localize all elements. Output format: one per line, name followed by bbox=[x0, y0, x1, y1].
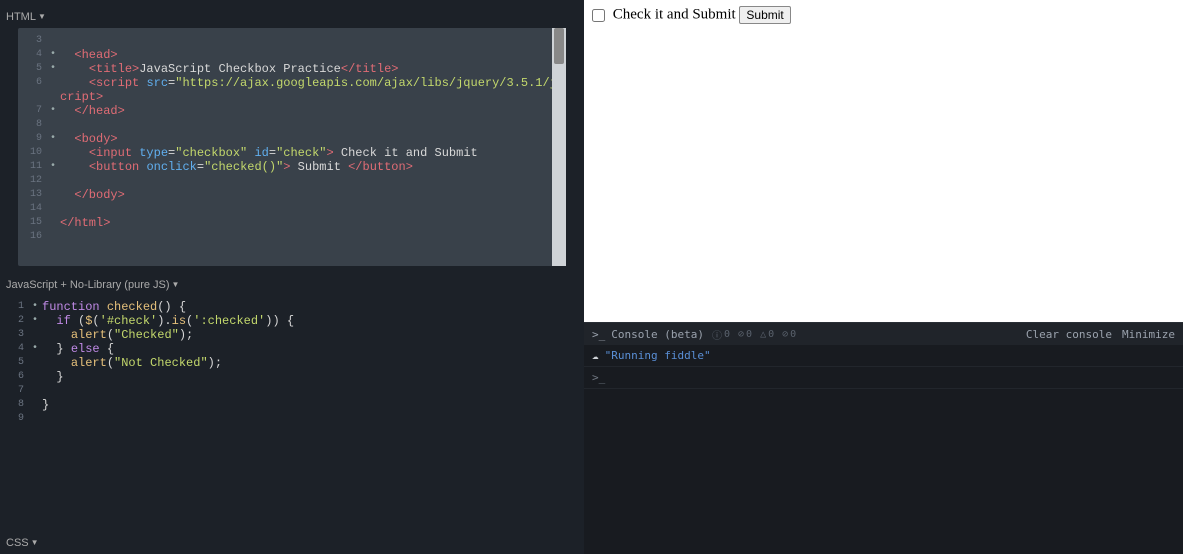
html-panel-label: HTML bbox=[6, 11, 36, 23]
css-panel-header[interactable]: CSS▼ bbox=[0, 532, 584, 554]
clear-console-button[interactable]: Clear console bbox=[1026, 328, 1112, 341]
console-title: Console (beta) bbox=[611, 328, 704, 341]
console-bar: >_ Console (beta) ⓘ0 ⊘0 △0 ⊘0 Clear cons… bbox=[584, 323, 1183, 345]
chevron-down-icon: ▼ bbox=[31, 532, 39, 554]
console-body: ☁ "Running fiddle" >_ bbox=[584, 345, 1183, 554]
debug-icon: ⊘ bbox=[782, 329, 788, 340]
left-column: HTML▼ 345678910111213141516 ••••• <head>… bbox=[0, 0, 584, 554]
right-column: Check it and Submit Submit >_ Console (b… bbox=[584, 0, 1183, 554]
output-checkbox-label: Check it and Submit bbox=[613, 6, 736, 22]
jsfiddle-editor: HTML▼ 345678910111213141516 ••••• <head>… bbox=[0, 0, 1183, 554]
minimize-console-button[interactable]: Minimize bbox=[1122, 328, 1175, 341]
js-editor[interactable]: 123456789 ••• function checked() { if ($… bbox=[0, 296, 584, 532]
js-panel-header[interactable]: JavaScript + No-Library (pure JS)▼ bbox=[0, 274, 584, 296]
console-prompt-icon: >_ bbox=[592, 328, 605, 341]
scrollbar[interactable] bbox=[552, 28, 566, 266]
chevron-down-icon: ▼ bbox=[172, 274, 180, 296]
output-submit-button[interactable]: Submit bbox=[739, 6, 790, 24]
console-input-prompt: >_ bbox=[592, 371, 605, 384]
console-info-count: 0 bbox=[724, 329, 730, 340]
warning-icon: △ bbox=[760, 329, 766, 340]
css-panel-label: CSS bbox=[6, 537, 29, 549]
cloud-icon: ☁ bbox=[592, 349, 599, 362]
output-pane: Check it and Submit Submit bbox=[584, 0, 1183, 322]
html-panel-header[interactable]: HTML▼ bbox=[0, 6, 584, 28]
console-debug-count: 0 bbox=[790, 329, 796, 340]
info-icon: ⓘ bbox=[712, 327, 722, 342]
console-running-msg: "Running fiddle" bbox=[605, 349, 711, 362]
console-log-row: ☁ "Running fiddle" bbox=[584, 345, 1183, 367]
console-error-count: 0 bbox=[746, 329, 752, 340]
html-editor[interactable]: 345678910111213141516 ••••• <head> <titl… bbox=[18, 28, 566, 266]
console-panel: >_ Console (beta) ⓘ0 ⊘0 △0 ⊘0 Clear cons… bbox=[584, 322, 1183, 554]
chevron-down-icon: ▼ bbox=[38, 6, 46, 28]
scrollbar-thumb[interactable] bbox=[554, 28, 564, 64]
js-panel-label: JavaScript + No-Library (pure JS) bbox=[6, 279, 170, 291]
error-icon: ⊘ bbox=[738, 329, 744, 340]
console-warn-count: 0 bbox=[768, 329, 774, 340]
console-input-row[interactable]: >_ bbox=[584, 367, 1183, 389]
output-checkbox[interactable] bbox=[592, 9, 605, 22]
